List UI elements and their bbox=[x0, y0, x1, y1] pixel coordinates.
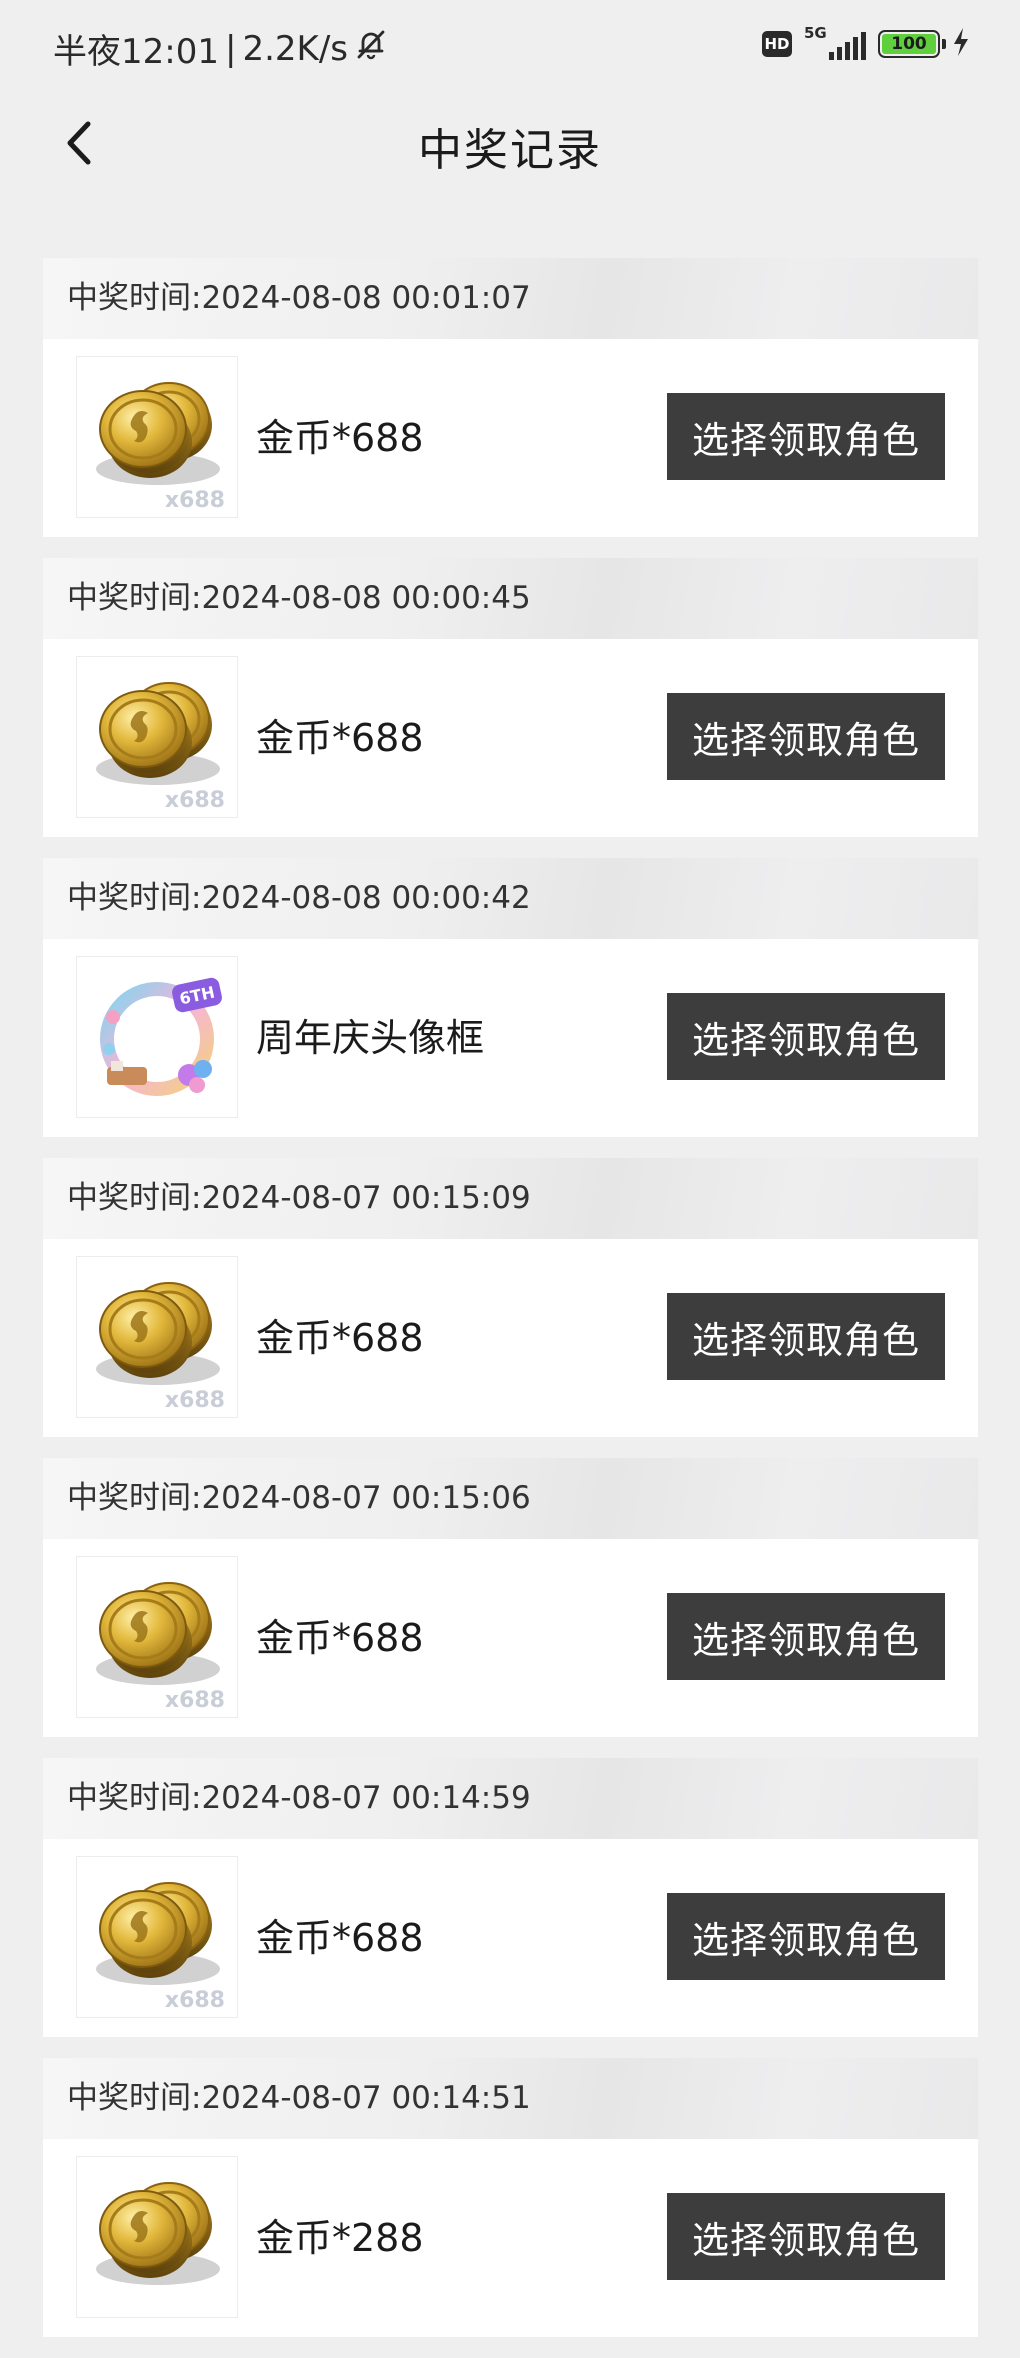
record-card: 中奖时间:2024-08-08 00:00:42 6TH 周年庆头像框 选择领取… bbox=[43, 858, 978, 1137]
record-body: 金币*288 选择领取角色 bbox=[43, 2139, 978, 2337]
status-time: 半夜12:01 bbox=[53, 32, 219, 72]
record-card: 中奖时间:2024-08-07 00:14:59 x688 金币*688 选择领… bbox=[43, 1758, 978, 2037]
record-time: 中奖时间:2024-08-07 00:14:59 bbox=[43, 1758, 978, 1839]
status-bar: 半夜12:01 | 2.2K/s HD 5G 100 bbox=[0, 0, 1020, 100]
prize-name: 金币*688 bbox=[256, 1616, 424, 1660]
prize-thumbnail: x688 bbox=[76, 656, 238, 818]
thumb-quantity: x688 bbox=[164, 1688, 225, 1713]
select-claim-role-button[interactable]: 选择领取角色 bbox=[667, 1593, 945, 1680]
select-claim-role-button[interactable]: 选择领取角色 bbox=[667, 1293, 945, 1380]
record-card: 中奖时间:2024-08-07 00:15:06 x688 金币*688 选择领… bbox=[43, 1458, 978, 1737]
select-claim-role-button[interactable]: 选择领取角色 bbox=[667, 693, 945, 780]
prize-name: 金币*688 bbox=[256, 1916, 424, 1960]
thumb-quantity: x688 bbox=[164, 788, 225, 813]
thumb-quantity: x688 bbox=[164, 1388, 225, 1413]
record-body: x688 金币*688 选择领取角色 bbox=[43, 1239, 978, 1437]
page-title: 中奖记录 bbox=[418, 125, 602, 176]
battery-level: 100 bbox=[882, 34, 936, 54]
prize-thumbnail: x688 bbox=[76, 1856, 238, 2018]
record-body: x688 金币*688 选择领取角色 bbox=[43, 1539, 978, 1737]
thumb-quantity: x688 bbox=[164, 488, 225, 513]
record-body: x688 金币*688 选择领取角色 bbox=[43, 639, 978, 837]
prize-name: 周年庆头像框 bbox=[256, 1016, 485, 1060]
prize-thumbnail: x688 bbox=[76, 356, 238, 518]
charging-icon bbox=[952, 27, 970, 61]
bell-muted-icon bbox=[354, 27, 388, 70]
prize-thumbnail bbox=[76, 2156, 238, 2318]
prize-name: 金币*688 bbox=[256, 1316, 424, 1360]
record-card: 中奖时间:2024-08-07 00:14:51 金币*288 选择领取角色 bbox=[43, 2058, 978, 2337]
prize-thumbnail: 6TH bbox=[76, 956, 238, 1118]
hd-icon: HD bbox=[762, 31, 792, 57]
record-time: 中奖时间:2024-08-07 00:15:06 bbox=[43, 1458, 978, 1539]
thumb-quantity: x688 bbox=[164, 1988, 225, 2013]
record-body: x688 金币*688 选择领取角色 bbox=[43, 339, 978, 537]
prize-name: 金币*688 bbox=[256, 716, 424, 760]
record-card: 中奖时间:2024-08-08 00:00:45 x688 金币*688 选择领… bbox=[43, 558, 978, 837]
record-time: 中奖时间:2024-08-08 00:00:42 bbox=[43, 858, 978, 939]
record-body: 6TH 周年庆头像框 选择领取角色 bbox=[43, 939, 978, 1137]
record-time: 中奖时间:2024-08-07 00:14:51 bbox=[43, 2058, 978, 2139]
prize-name: 金币*688 bbox=[256, 416, 424, 460]
coin-stack-icon bbox=[94, 2181, 222, 2287]
prize-name: 金币*288 bbox=[256, 2216, 424, 2260]
prize-thumbnail: x688 bbox=[76, 1256, 238, 1418]
status-separator: | bbox=[224, 28, 237, 69]
prize-thumbnail: x688 bbox=[76, 1556, 238, 1718]
battery-icon: 100 bbox=[878, 30, 946, 58]
nav-header: 中奖记录 bbox=[0, 100, 1020, 190]
record-time: 中奖时间:2024-08-07 00:15:09 bbox=[43, 1158, 978, 1239]
record-time: 中奖时间:2024-08-08 00:00:45 bbox=[43, 558, 978, 639]
status-right: HD 5G 100 bbox=[762, 24, 970, 62]
select-claim-role-button[interactable]: 选择领取角色 bbox=[667, 1893, 945, 1980]
network-type-label: 5G bbox=[804, 24, 827, 42]
record-body: x688 金币*688 选择领取角色 bbox=[43, 1839, 978, 2037]
record-time: 中奖时间:2024-08-08 00:01:07 bbox=[43, 258, 978, 339]
select-claim-role-button[interactable]: 选择领取角色 bbox=[667, 393, 945, 480]
avatar-frame-icon: 6TH bbox=[100, 977, 222, 1096]
select-claim-role-button[interactable]: 选择领取角色 bbox=[667, 993, 945, 1080]
status-left: 半夜12:01 | 2.2K/s bbox=[53, 24, 388, 73]
signal-icon: 5G bbox=[804, 24, 866, 62]
record-card: 中奖时间:2024-08-07 00:15:09 x688 金币*688 选择领… bbox=[43, 1158, 978, 1437]
record-list: 中奖时间:2024-08-08 00:01:07 x688 金币*688 选择领… bbox=[43, 258, 978, 2358]
network-speed: 2.2K/s bbox=[242, 28, 348, 69]
record-card: 中奖时间:2024-08-08 00:01:07 x688 金币*688 选择领… bbox=[43, 258, 978, 537]
